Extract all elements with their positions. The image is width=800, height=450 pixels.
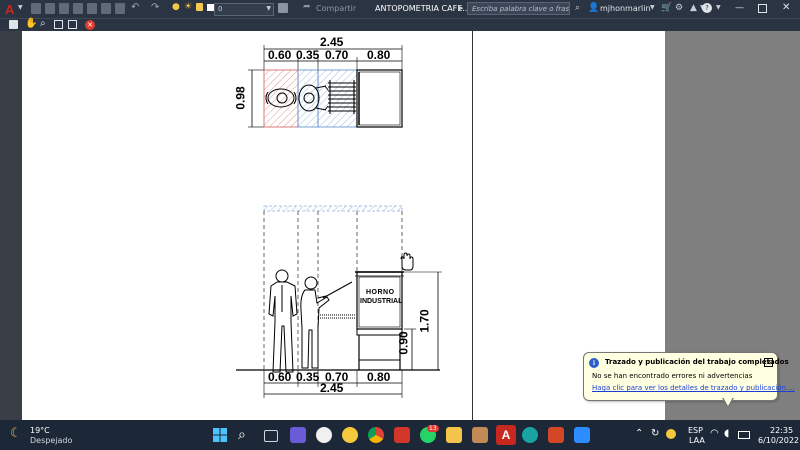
autocad-taskbar-icon[interactable]: A xyxy=(496,425,516,445)
clock-time[interactable]: 22:35 xyxy=(770,426,793,435)
plan-segment-3: 0.70 xyxy=(325,48,349,62)
meet-icon[interactable] xyxy=(290,427,306,443)
elevation-counter-height: 0.90 xyxy=(396,331,411,355)
plan-segment-2: 0.35 xyxy=(296,48,320,62)
refresh-tray-icon[interactable]: ↻ xyxy=(651,428,659,439)
paint-icon[interactable] xyxy=(472,427,488,443)
weather-temp[interactable]: 19°C xyxy=(30,426,50,435)
clock-date[interactable]: 6/10/2022 xyxy=(758,436,799,445)
tray-chevron-up-icon[interactable]: ⌃ xyxy=(635,428,643,439)
plan-segment-1: 0.60 xyxy=(268,48,292,62)
notification-close-button[interactable]: ✕ xyxy=(764,358,773,367)
elevation-segment-1: 0.60 xyxy=(268,370,292,384)
norton-icon[interactable] xyxy=(342,427,358,443)
search-taskbar-icon[interactable]: ⌕ xyxy=(238,427,254,443)
windows-start-icon[interactable] xyxy=(212,427,228,443)
language-line1[interactable]: ESP xyxy=(688,426,703,435)
notification-title: Trazado y publicación del trabajo comple… xyxy=(605,358,789,366)
elevation-total-width: 2.45 xyxy=(320,381,344,395)
oven-label-line2: INDUSTRIAL xyxy=(360,298,403,305)
windows-taskbar: ☾ 19°C Despejado ⌕ 13 A ⌃ ↻ ESP LAA ◠ ◖ … xyxy=(0,420,800,450)
notification-message: No se han encontrado errores ni adverten… xyxy=(592,372,753,380)
elevation-segment-4: 0.80 xyxy=(367,370,391,384)
powerpoint-icon[interactable] xyxy=(548,427,564,443)
battery-icon[interactable] xyxy=(738,431,750,439)
plan-total-width: 2.45 xyxy=(320,35,344,49)
elevation-segment-2: 0.35 xyxy=(296,370,320,384)
task-view-icon[interactable] xyxy=(264,430,278,442)
weather-desc[interactable]: Despejado xyxy=(30,436,72,445)
zoom-app-icon[interactable] xyxy=(574,427,590,443)
moon-weather-icon[interactable]: ☾ xyxy=(10,426,22,441)
edge-icon[interactable] xyxy=(522,427,538,443)
notification-tail-fill xyxy=(723,397,733,406)
norton-tray-icon[interactable] xyxy=(666,429,676,439)
plan-segment-4: 0.80 xyxy=(367,48,391,62)
sketchup-icon[interactable] xyxy=(394,427,410,443)
language-line2[interactable]: LAA xyxy=(689,436,705,445)
plot-notification[interactable]: i Trazado y publicación del trabajo comp… xyxy=(583,352,795,401)
info-icon: i xyxy=(589,358,599,368)
elevation-total-height: 1.70 xyxy=(417,309,432,333)
volume-icon[interactable]: ◖ xyxy=(724,428,729,439)
notification-details-link[interactable]: Haga clic para ver los detalles de traza… xyxy=(592,384,795,392)
github-icon[interactable] xyxy=(316,427,332,443)
plan-depth: 0.98 xyxy=(233,86,248,110)
pan-cursor-icon xyxy=(400,252,414,271)
oven-label-line1: HORNO xyxy=(366,289,395,296)
viewport-divider xyxy=(472,31,473,420)
chrome-icon[interactable] xyxy=(368,427,384,443)
file-explorer-icon[interactable] xyxy=(446,427,462,443)
whatsapp-badge: 13 xyxy=(427,425,439,432)
wifi-icon[interactable]: ◠ xyxy=(710,428,719,439)
